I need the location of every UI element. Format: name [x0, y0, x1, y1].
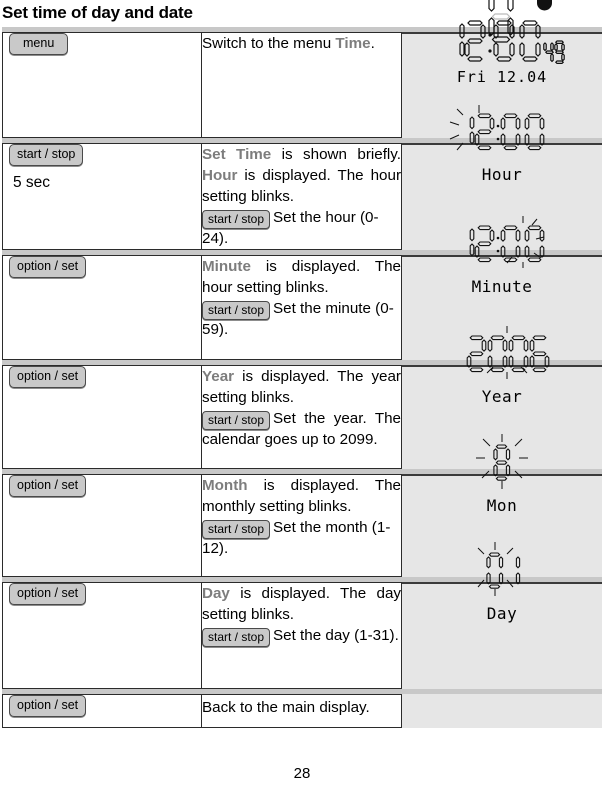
- key-cell: option / set: [2, 694, 202, 728]
- lcd-label: Year: [481, 386, 523, 406]
- desc-keyword: Minute: [202, 258, 251, 275]
- description-cell: Year is displayed. The year setting blin…: [202, 365, 402, 469]
- key-start-stop-inline[interactable]: start / stop: [202, 628, 271, 647]
- key-start-stop-inline[interactable]: start / stop: [202, 520, 271, 539]
- key-cell: menu: [2, 32, 202, 138]
- desc-keyword: Time: [335, 35, 371, 52]
- page-number: 28: [293, 765, 311, 782]
- desc-keyword: Day: [202, 585, 230, 602]
- key-cell: option / set: [2, 255, 202, 360]
- key-option-set[interactable]: option / set: [9, 475, 87, 497]
- description-cell: Set Time is shown briefly. Hour is displ…: [202, 143, 402, 250]
- key-option-set[interactable]: option / set: [9, 583, 87, 605]
- description-cell: Back to the main display.: [202, 694, 402, 728]
- key-start-stop-inline[interactable]: start / stop: [202, 301, 271, 320]
- description-text: Day is displayed. The day setting blinks…: [202, 583, 401, 647]
- description-text: Minute is displayed. The hour setting bl…: [202, 256, 401, 340]
- table-row: option / set Day is displayed. The day s…: [2, 541, 602, 689]
- description-cell: Month is displayed. The monthly setting …: [202, 474, 402, 577]
- lcd-label: Mon: [486, 495, 518, 515]
- desc-keyword: Month: [202, 477, 248, 494]
- procedure-table: menu Switch to the menu Time. Fri 12.04 …: [2, 0, 602, 728]
- description-text: Year is displayed. The year setting blin…: [202, 366, 401, 450]
- desc-segment: is shown briefly.: [271, 146, 401, 163]
- key-option-set[interactable]: option / set: [9, 366, 87, 388]
- duration-label: 5 sec: [13, 174, 51, 191]
- desc-segment: .: [370, 35, 375, 52]
- lcd-label: Day: [486, 603, 518, 623]
- description-text: Set Time is shown briefly. Hour is displ…: [202, 144, 401, 249]
- desc-keyword: Set Time: [202, 146, 272, 163]
- lcd-graphic-main: [459, 0, 565, 64]
- desc-keyword: Hour: [202, 167, 238, 184]
- lcd-cell: Day: [402, 541, 602, 689]
- description-cell: Switch to the menu Time.: [202, 32, 402, 138]
- desc-segment: is displayed. The day setting blinks.: [202, 585, 401, 623]
- desc-segment: Switch to the menu: [202, 35, 336, 52]
- lcd-screen-month: Mon: [402, 433, 602, 515]
- key-option-set[interactable]: option / set: [9, 695, 87, 717]
- blink-rays-icon: [506, 215, 545, 268]
- key-start-stop-inline[interactable]: start / stop: [202, 210, 271, 229]
- desc-keyword: Year: [202, 368, 235, 385]
- lcd-label: Minute: [471, 276, 533, 296]
- key-cell: option / set: [2, 582, 202, 689]
- table-row: option / set Back to the main display.: [2, 694, 602, 728]
- lcd-screen-day: Day: [402, 541, 602, 623]
- cup-icon: [537, 0, 552, 11]
- key-cell: option / set: [2, 365, 202, 469]
- key-menu[interactable]: menu: [9, 33, 69, 55]
- lcd-screen-minute: Minute: [402, 215, 602, 296]
- key-option-set[interactable]: option / set: [9, 256, 87, 278]
- description-text: Month is displayed. The monthly setting …: [202, 475, 401, 559]
- lcd-bottom-text: Fri 12.04: [456, 68, 548, 86]
- lcd-screen-hour: Hour: [402, 104, 602, 184]
- lcd-screen-year: Year: [402, 325, 602, 406]
- description-text: Switch to the menu Time.: [202, 33, 401, 54]
- desc-inline-text: Set the day (1-31).: [273, 627, 399, 644]
- key-start-stop-inline[interactable]: start / stop: [202, 411, 271, 430]
- description-cell: Day is displayed. The day setting blinks…: [202, 582, 402, 689]
- blink-rays-icon: [449, 104, 480, 150]
- description-cell: Minute is displayed. The hour setting bl…: [202, 255, 402, 360]
- key-cell: start / stop 5 sec: [2, 143, 202, 250]
- lcd-label: Hour: [481, 164, 523, 184]
- key-start-stop[interactable]: start / stop: [9, 144, 84, 166]
- lcd-cell: [402, 694, 602, 728]
- lcd-screen-main: Fri 12.04: [402, 0, 602, 86]
- key-cell: option / set: [2, 474, 202, 577]
- description-text: Back to the main display.: [202, 699, 370, 716]
